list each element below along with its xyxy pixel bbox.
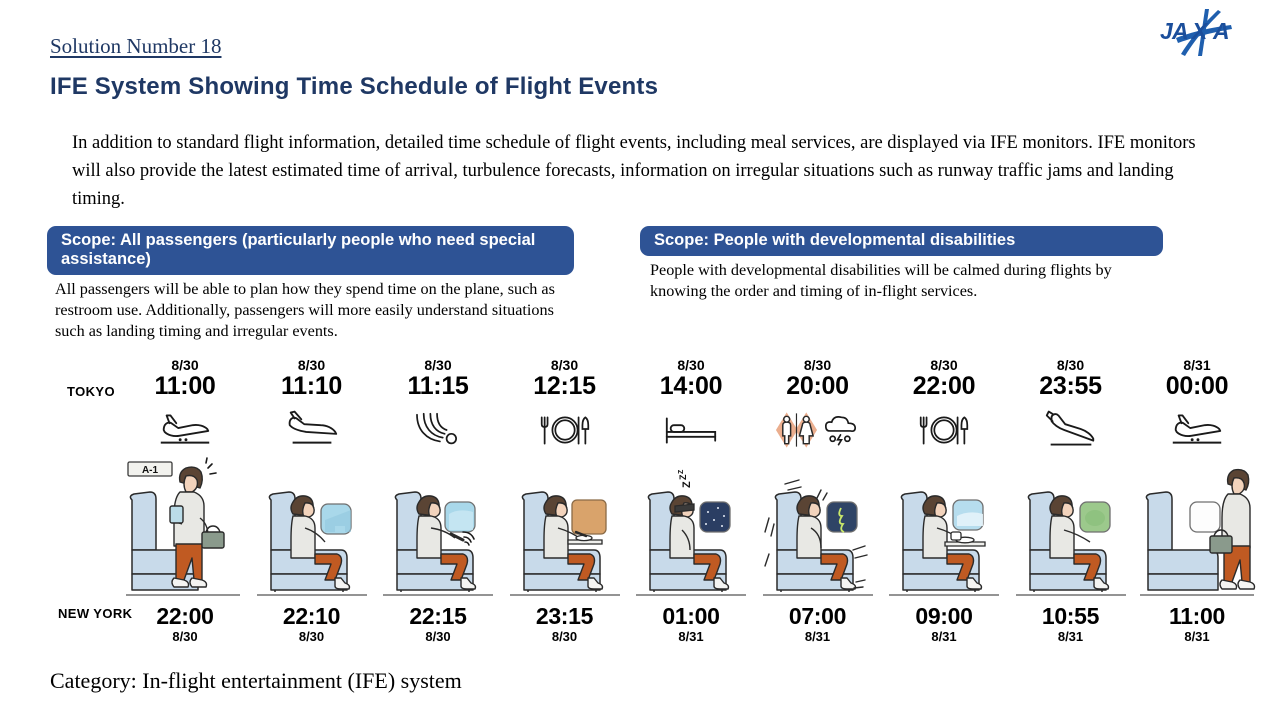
timeline-column: 8/30 22:00 09:00 8/31 [881,358,1007,645]
tokyo-time: 11:15 [407,372,469,400]
svg-text:Z: Z [678,469,685,474]
timeline-column: 8/30 23:55 10:55 8/31 [1008,358,1134,645]
scope-body-text: All passengers will be able to plan how … [55,280,555,340]
newyork-date: 8/31 [804,629,831,645]
category-label: Category: In-flight entertainment (IFE) … [50,668,462,693]
tokyo-date: 8/30 [550,357,579,373]
tokyo-time: 00:00 [1165,372,1229,400]
meal-icon [502,406,628,454]
restroom-weather-icon [755,406,881,454]
origin-city-label: TOKYO [67,384,115,399]
svg-text:A: A [1212,18,1230,44]
plane-takeoff-icon [249,406,375,454]
tokyo-time: 20:00 [786,372,849,400]
intro-paragraph: In addition to standard flight informati… [72,133,1196,209]
tokyo-date: 8/30 [297,357,326,373]
tokyo-date: 8/30 [677,357,705,373]
newyork-time: 22:15 [409,603,467,629]
tokyo-time: 12:15 [533,372,596,400]
jaxa-logo: J A X A [1160,9,1232,56]
wifi-icon [375,406,501,454]
tokyo-time: 11:00 [154,372,216,400]
tokyo-time: 23:55 [1039,372,1102,400]
passenger-turbulence-scene [755,454,881,602]
svg-text:A-1: A-1 [142,465,159,476]
newyork-time: 23:15 [535,603,594,629]
timeline-column: 8/30 11:15 22:15 8/30 [375,358,501,645]
timeline-column: 8/30 11:00 A-1 22:00 8/30 [122,358,248,645]
newyork-time: 10:55 [1041,603,1100,629]
passenger-wifi-scene [375,454,501,602]
passenger-boarding-scene: A-1 [122,454,248,602]
tokyo-date: 8/30 [1056,357,1085,373]
tokyo-date: 8/30 [424,357,452,373]
timeline-column: 8/30 11:10 22:10 8/30 [249,358,375,645]
scope-block-developmental-disabilities: Scope: People with developmental disabil… [640,226,1163,302]
newyork-time: 22:10 [282,603,341,629]
plane-landing-icon [1008,406,1134,454]
newyork-date: 8/31 [1057,629,1084,645]
tokyo-time: 14:00 [659,372,723,400]
page-title: IFE System Showing Time Schedule of Flig… [50,73,659,100]
newyork-date: 8/30 [551,629,578,645]
passenger-meal-scene [502,454,628,602]
plane-boarding-icon [122,406,248,454]
flight-timeline: TOKYO NEW YORK 8/30 11:00 A-1 22:00 8/30… [0,358,1280,654]
newyork-date: 8/31 [1184,629,1210,645]
tokyo-time: 11:10 [280,372,343,400]
timeline-column: 8/30 14:00 Z Z Z 01:00 8/31 [628,358,754,645]
newyork-date: 8/30 [425,629,451,645]
timeline-column: 8/31 00:00 11:00 8/31 [1134,358,1260,645]
tokyo-time: 22:00 [912,372,976,400]
newyork-date: 8/30 [172,629,198,645]
newyork-time: 01:00 [662,603,720,629]
scope-body-text: People with developmental disabilities w… [650,261,1112,300]
meal-icon [881,406,1007,454]
bed-icon [628,406,754,454]
passenger-landing-scene [1008,454,1134,602]
svg-text:Z: Z [681,481,693,488]
scope-banner-label: Scope: All passengers (particularly peop… [47,226,574,276]
timeline-column: 8/30 12:15 23:15 8/30 [502,358,628,645]
passenger-deboarding-scene [1134,454,1260,602]
svg-text:X: X [1190,18,1209,44]
tokyo-date: 8/30 [171,357,199,373]
newyork-date: 8/30 [298,629,325,645]
newyork-time: 22:00 [156,603,214,629]
newyork-time: 07:00 [788,603,847,629]
passenger-sleeping-scene: Z Z Z [628,454,754,602]
newyork-time: 11:00 [1168,603,1226,629]
tokyo-date: 8/31 [1183,357,1211,373]
tokyo-date: 8/30 [803,357,832,373]
tokyo-date: 8/30 [930,357,958,373]
scope-banner-label: Scope: People with developmental disabil… [640,226,1163,257]
svg-text:A: A [1171,18,1189,44]
passenger-seated-window-scene [249,454,375,602]
passenger-meal2-scene [881,454,1007,602]
newyork-date: 8/31 [931,629,957,645]
plane-arrived-icon [1134,406,1260,454]
solution-number: Solution Number 18 [50,34,222,58]
newyork-date: 8/31 [678,629,704,645]
newyork-time: 09:00 [915,603,973,629]
scope-block-all-passengers: Scope: All passengers (particularly peop… [47,226,574,341]
timeline-column: 8/30 20:00 07:00 8/31 [755,358,881,645]
